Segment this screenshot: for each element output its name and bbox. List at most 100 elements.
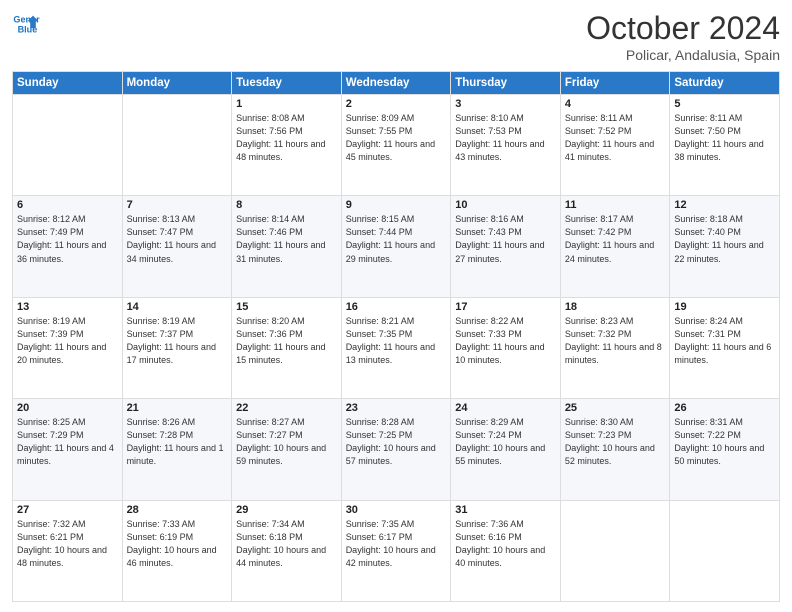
day-info: Sunrise: 7:34 AM Sunset: 6:18 PM Dayligh… (236, 518, 337, 570)
day-number: 7 (127, 199, 228, 211)
weekday-header-monday: Monday (122, 72, 232, 95)
calendar-cell: 10Sunrise: 8:16 AM Sunset: 7:43 PM Dayli… (451, 196, 561, 297)
day-info: Sunrise: 8:23 AM Sunset: 7:32 PM Dayligh… (565, 315, 666, 367)
day-number: 17 (455, 301, 556, 313)
day-info: Sunrise: 8:14 AM Sunset: 7:46 PM Dayligh… (236, 213, 337, 265)
day-info: Sunrise: 8:30 AM Sunset: 7:23 PM Dayligh… (565, 416, 666, 468)
week-row-3: 13Sunrise: 8:19 AM Sunset: 7:39 PM Dayli… (13, 297, 780, 398)
day-number: 4 (565, 98, 666, 110)
day-number: 14 (127, 301, 228, 313)
day-info: Sunrise: 8:13 AM Sunset: 7:47 PM Dayligh… (127, 213, 228, 265)
day-number: 1 (236, 98, 337, 110)
day-number: 12 (674, 199, 775, 211)
title-block: October 2024 Policar, Andalusia, Spain (586, 10, 780, 63)
calendar-cell: 13Sunrise: 8:19 AM Sunset: 7:39 PM Dayli… (13, 297, 123, 398)
day-info: Sunrise: 8:12 AM Sunset: 7:49 PM Dayligh… (17, 213, 118, 265)
day-info: Sunrise: 8:26 AM Sunset: 7:28 PM Dayligh… (127, 416, 228, 468)
week-row-2: 6Sunrise: 8:12 AM Sunset: 7:49 PM Daylig… (13, 196, 780, 297)
day-info: Sunrise: 8:11 AM Sunset: 7:52 PM Dayligh… (565, 112, 666, 164)
calendar-cell: 1Sunrise: 8:08 AM Sunset: 7:56 PM Daylig… (232, 95, 342, 196)
calendar-cell: 15Sunrise: 8:20 AM Sunset: 7:36 PM Dayli… (232, 297, 342, 398)
calendar-cell: 19 Sunrise: 8:24 AM Sunset: 7:31 PM Dayli… (670, 297, 780, 398)
calendar-cell: 23 Sunrise: 8:28 AM Sunset: 7:25 PM Dayli… (341, 399, 451, 500)
calendar-cell: 12 Sunrise: 8:18 AM Sunset: 7:40 PM Dayli… (670, 196, 780, 297)
logo-icon: General Blue (12, 10, 40, 38)
day-number: 24 (455, 402, 556, 414)
day-info: Sunrise: 8:28 AM Sunset: 7:25 PM Dayligh… (346, 416, 447, 468)
calendar-cell: 7 Sunrise: 8:13 AM Sunset: 7:47 PM Daylig… (122, 196, 232, 297)
calendar-cell: 28 Sunrise: 7:33 AM Sunset: 6:19 PM Dayli… (122, 500, 232, 601)
calendar-cell: 8Sunrise: 8:14 AM Sunset: 7:46 PM Daylig… (232, 196, 342, 297)
page: General Blue October 2024 Policar, Andal… (0, 0, 792, 612)
header: General Blue October 2024 Policar, Andal… (12, 10, 780, 63)
week-row-1: 1Sunrise: 8:08 AM Sunset: 7:56 PM Daylig… (13, 95, 780, 196)
calendar-cell: 16Sunrise: 8:21 AM Sunset: 7:35 PM Dayli… (341, 297, 451, 398)
day-info: Sunrise: 8:19 AM Sunset: 7:39 PM Dayligh… (17, 315, 118, 367)
weekday-header-wednesday: Wednesday (341, 72, 451, 95)
weekday-header-thursday: Thursday (451, 72, 561, 95)
day-info: Sunrise: 8:15 AM Sunset: 7:44 PM Dayligh… (346, 213, 447, 265)
day-number: 2 (346, 98, 447, 110)
calendar-subtitle: Policar, Andalusia, Spain (586, 47, 780, 63)
day-info: Sunrise: 8:24 AM Sunset: 7:31 PM Dayligh… (674, 315, 775, 367)
calendar-cell: 9 Sunrise: 8:15 AM Sunset: 7:44 PM Daylig… (341, 196, 451, 297)
calendar-cell: 24 Sunrise: 8:29 AM Sunset: 7:24 PM Dayli… (451, 399, 561, 500)
day-number: 20 (17, 402, 118, 414)
day-number: 18 (565, 301, 666, 313)
calendar-cell: 22 Sunrise: 8:27 AM Sunset: 7:27 PM Dayli… (232, 399, 342, 500)
day-number: 19 (674, 301, 775, 313)
day-info: Sunrise: 8:29 AM Sunset: 7:24 PM Dayligh… (455, 416, 556, 468)
day-info: Sunrise: 8:19 AM Sunset: 7:37 PM Dayligh… (127, 315, 228, 367)
calendar-cell: 29 Sunrise: 7:34 AM Sunset: 6:18 PM Dayli… (232, 500, 342, 601)
day-number: 21 (127, 402, 228, 414)
day-info: Sunrise: 8:20 AM Sunset: 7:36 PM Dayligh… (236, 315, 337, 367)
calendar-cell (122, 95, 232, 196)
calendar-cell: 30 Sunrise: 7:35 AM Sunset: 6:17 PM Dayli… (341, 500, 451, 601)
weekday-header-tuesday: Tuesday (232, 72, 342, 95)
day-number: 28 (127, 504, 228, 516)
week-row-5: 27 Sunrise: 7:32 AM Sunset: 6:21 PM Dayli… (13, 500, 780, 601)
day-number: 9 (346, 199, 447, 211)
day-info: Sunrise: 8:10 AM Sunset: 7:53 PM Dayligh… (455, 112, 556, 164)
day-info: Sunrise: 7:35 AM Sunset: 6:17 PM Dayligh… (346, 518, 447, 570)
day-info: Sunrise: 8:17 AM Sunset: 7:42 PM Dayligh… (565, 213, 666, 265)
weekday-header-sunday: Sunday (13, 72, 123, 95)
calendar-cell (13, 95, 123, 196)
calendar-cell: 6Sunrise: 8:12 AM Sunset: 7:49 PM Daylig… (13, 196, 123, 297)
calendar-title: October 2024 (586, 10, 780, 47)
day-number: 22 (236, 402, 337, 414)
calendar-cell: 21 Sunrise: 8:26 AM Sunset: 7:28 PM Dayli… (122, 399, 232, 500)
day-info: Sunrise: 8:21 AM Sunset: 7:35 PM Dayligh… (346, 315, 447, 367)
weekday-header-saturday: Saturday (670, 72, 780, 95)
calendar-cell: 27 Sunrise: 7:32 AM Sunset: 6:21 PM Dayli… (13, 500, 123, 601)
day-info: Sunrise: 8:25 AM Sunset: 7:29 PM Dayligh… (17, 416, 118, 468)
calendar-cell (560, 500, 670, 601)
week-row-4: 20 Sunrise: 8:25 AM Sunset: 7:29 PM Dayli… (13, 399, 780, 500)
day-number: 27 (17, 504, 118, 516)
logo: General Blue (12, 10, 40, 38)
calendar-cell: 26Sunrise: 8:31 AM Sunset: 7:22 PM Dayli… (670, 399, 780, 500)
calendar-cell: 14 Sunrise: 8:19 AM Sunset: 7:37 PM Dayli… (122, 297, 232, 398)
day-number: 25 (565, 402, 666, 414)
day-info: Sunrise: 8:16 AM Sunset: 7:43 PM Dayligh… (455, 213, 556, 265)
day-info: Sunrise: 8:22 AM Sunset: 7:33 PM Dayligh… (455, 315, 556, 367)
day-number: 3 (455, 98, 556, 110)
day-info: Sunrise: 7:32 AM Sunset: 6:21 PM Dayligh… (17, 518, 118, 570)
day-number: 31 (455, 504, 556, 516)
day-number: 29 (236, 504, 337, 516)
calendar-cell: 5Sunrise: 8:11 AM Sunset: 7:50 PM Daylig… (670, 95, 780, 196)
day-info: Sunrise: 7:33 AM Sunset: 6:19 PM Dayligh… (127, 518, 228, 570)
calendar-cell: 4 Sunrise: 8:11 AM Sunset: 7:52 PM Daylig… (560, 95, 670, 196)
weekday-header-row: SundayMondayTuesdayWednesdayThursdayFrid… (13, 72, 780, 95)
calendar-cell (670, 500, 780, 601)
day-number: 30 (346, 504, 447, 516)
calendar-table: SundayMondayTuesdayWednesdayThursdayFrid… (12, 71, 780, 602)
calendar-cell: 11Sunrise: 8:17 AM Sunset: 7:42 PM Dayli… (560, 196, 670, 297)
day-number: 23 (346, 402, 447, 414)
day-number: 5 (674, 98, 775, 110)
calendar-cell: 31Sunrise: 7:36 AM Sunset: 6:16 PM Dayli… (451, 500, 561, 601)
calendar-cell: 18 Sunrise: 8:23 AM Sunset: 7:32 PM Dayli… (560, 297, 670, 398)
day-info: Sunrise: 8:18 AM Sunset: 7:40 PM Dayligh… (674, 213, 775, 265)
day-info: Sunrise: 8:27 AM Sunset: 7:27 PM Dayligh… (236, 416, 337, 468)
weekday-header-friday: Friday (560, 72, 670, 95)
